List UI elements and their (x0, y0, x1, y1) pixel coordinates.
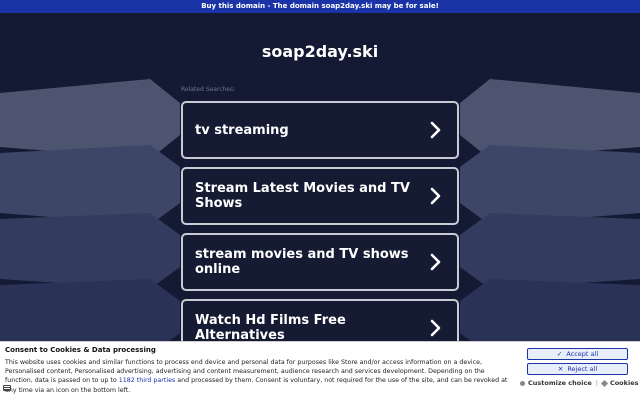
chevron-right-icon (430, 253, 441, 271)
consent-footer-links: Customize choice | Cookies (520, 379, 638, 387)
consent-text: This website uses cookies and similar fu… (5, 358, 513, 395)
search-tile-1[interactable]: tv streaming (181, 101, 459, 159)
search-tile-label: stream movies and TV shows online (195, 247, 409, 277)
related-searches-label: Related Searches: (181, 86, 236, 93)
check-icon: ✓ (556, 350, 563, 358)
accept-all-label: Accept all (566, 350, 599, 358)
cookies-label: Cookies (609, 379, 639, 387)
footer-separator: | (595, 379, 598, 387)
third-parties-link[interactable]: 1182 third parties (119, 377, 176, 384)
cookie-diamond-icon (600, 379, 608, 387)
chevron-right-icon (430, 121, 441, 139)
customize-choice-label: Customize choice (528, 379, 592, 387)
domain-sale-banner[interactable]: Buy this domain - The domain soap2day.sk… (0, 0, 640, 13)
reject-all-button[interactable]: ✕ Reject all (527, 363, 628, 375)
search-tile-2[interactable]: Stream Latest Movies and TV Shows (181, 167, 459, 225)
consent-title: Consent to Cookies & Data processing (5, 346, 156, 354)
search-tile-label: Watch Hd Films Free Alternatives (195, 313, 346, 343)
chevron-right-icon (430, 319, 441, 337)
settings-dot-icon (520, 380, 525, 386)
search-tile-label: Stream Latest Movies and TV Shows (195, 181, 410, 211)
cookie-consent-panel: Consent to Cookies & Data processing Thi… (0, 341, 640, 400)
customize-choice-link[interactable]: Customize choice (520, 379, 592, 387)
accept-all-button[interactable]: ✓ Accept all (527, 348, 628, 360)
cookies-link[interactable]: Cookies (600, 379, 639, 387)
site-domain-title: soap2day.ski (261, 42, 379, 61)
x-icon: ✕ (557, 365, 564, 373)
search-tile-label: tv streaming (195, 122, 289, 138)
chevron-right-icon (430, 187, 441, 205)
search-tile-3[interactable]: stream movies and TV shows online (181, 233, 459, 291)
reject-all-label: Reject all (567, 365, 598, 373)
cookie-icon[interactable] (3, 384, 11, 392)
